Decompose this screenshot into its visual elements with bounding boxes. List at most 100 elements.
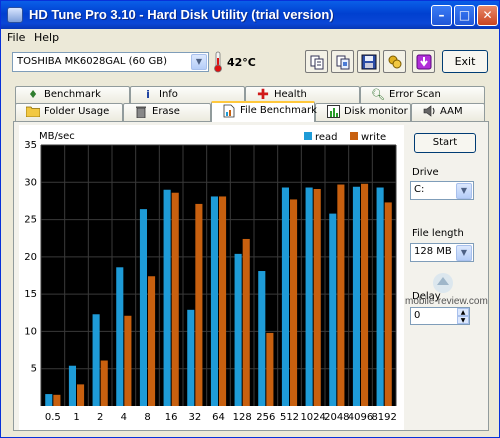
tab-label: Disk monitor (344, 106, 408, 117)
speaker-icon (422, 105, 436, 119)
file-length-combo[interactable]: 128 MB ▼ (410, 243, 474, 262)
tab-folder-usage[interactable]: Folder Usage (15, 103, 123, 121)
minimize-button[interactable]: – (431, 5, 452, 26)
bar-write (337, 184, 345, 406)
tab-label: Info (159, 89, 178, 100)
file-benchmark-icon (222, 104, 236, 118)
y-tick-label: 20 (24, 252, 37, 263)
spinner-down-icon[interactable]: ▼ (457, 316, 469, 324)
spinner-up-icon[interactable]: ▲ (457, 308, 469, 316)
x-tick-label: 16 (165, 412, 178, 423)
exit-button[interactable]: Exit (442, 50, 488, 73)
tab-label: Benchmark (44, 89, 101, 100)
tab-disk-monitor[interactable]: Disk monitor (315, 103, 411, 121)
copy-info-icon (336, 55, 349, 70)
tab-label: Error Scan (389, 89, 441, 100)
health-cross-icon: ✚ (257, 87, 269, 103)
x-tick-label: 256 (256, 412, 275, 423)
spinner-buttons[interactable]: ▲ ▼ (457, 308, 469, 324)
download-icon (416, 54, 431, 70)
bar-read (187, 309, 195, 406)
bar-read (163, 189, 171, 406)
legend-label-write: write (361, 132, 386, 143)
delay-spinner[interactable]: 0 ▲ ▼ (410, 307, 470, 325)
y-axis-label: MB/sec (39, 131, 75, 142)
drive-dropdown[interactable]: TOSHIBA MK6028GAL (60 GB) ▼ (12, 52, 209, 72)
title-bar[interactable]: HD Tune Pro 3.10 - Hard Disk Utility (tr… (1, 1, 499, 29)
bar-write (219, 196, 227, 406)
drive-dropdown-value: TOSHIBA MK6028GAL (60 GB) (17, 56, 167, 67)
y-tick-label: 5 (31, 364, 37, 375)
bar-read (305, 187, 313, 406)
bar-write (171, 192, 179, 406)
bar-read (234, 253, 242, 406)
bar-write (77, 384, 85, 406)
close-button[interactable]: ✕ (477, 5, 498, 26)
tab-label: Health (274, 89, 307, 100)
tab-label: AAM (440, 106, 463, 117)
watermark-text: mobile-review.com (405, 296, 488, 307)
x-tick-label: 4096 (348, 412, 373, 423)
bar-write (100, 360, 108, 406)
copy-text-icon (310, 55, 323, 70)
tab-error-scan[interactable]: 🔍︎ Error Scan (360, 86, 485, 104)
x-tick-label: 4 (121, 412, 127, 423)
magnifier-icon: 🔍︎ (371, 88, 385, 101)
tab-benchmark[interactable]: ♦ Benchmark (15, 86, 130, 104)
drive-combo[interactable]: C: ▼ (410, 181, 474, 200)
bar-write (313, 188, 321, 406)
tab-aam[interactable]: AAM (411, 103, 485, 121)
bar-read (376, 187, 384, 406)
disk-monitor-icon (326, 105, 340, 119)
window-title: HD Tune Pro 3.10 - Hard Disk Utility (tr… (29, 7, 334, 22)
bar-write (53, 394, 61, 406)
bar-read (68, 365, 76, 406)
tab-label: Folder Usage (44, 106, 110, 117)
menu-file[interactable]: File (7, 31, 25, 44)
menu-help[interactable]: Help (34, 31, 59, 44)
save-button[interactable] (357, 50, 380, 73)
bar-read (258, 271, 266, 406)
chevron-down-icon[interactable]: ▼ (456, 245, 472, 261)
folder-icon (25, 105, 41, 119)
chevron-down-icon[interactable]: ▼ (191, 54, 207, 70)
y-tick-label: 25 (24, 215, 37, 226)
legend-label-read: read (315, 132, 338, 143)
bar-write (195, 203, 203, 406)
bar-write (361, 183, 369, 406)
x-tick-label: 8 (144, 412, 150, 423)
download-button[interactable] (412, 50, 435, 73)
options-button[interactable] (383, 50, 406, 73)
benchmark-icon: ♦ (28, 88, 38, 101)
start-button[interactable]: Start (414, 133, 476, 153)
bar-read (281, 187, 289, 406)
copy-info-button[interactable] (331, 50, 354, 73)
copy-text-button[interactable] (305, 50, 328, 73)
tab-file-benchmark[interactable]: File Benchmark (211, 101, 317, 122)
maximize-button[interactable]: □ (454, 5, 475, 26)
benchmark-chart-area: 5 10 15 20 25 30 35 MB/sec 0.5 1 2 4 8 16 32 64 128 256 51… (19, 125, 404, 430)
y-tick-label: 30 (24, 177, 37, 188)
chevron-down-icon[interactable]: ▼ (456, 183, 472, 199)
bar-write (242, 238, 250, 406)
app-icon (7, 7, 23, 23)
x-tick-label: 64 (212, 412, 225, 423)
bar-read (139, 209, 147, 406)
trash-icon (134, 105, 148, 119)
tab-erase[interactable]: Erase (123, 103, 211, 121)
x-tick-label: 2048 (324, 412, 349, 423)
legend-swatch-read (304, 132, 312, 140)
y-tick-label: 15 (24, 289, 37, 300)
bar-read (329, 213, 337, 406)
bar-read (92, 314, 100, 406)
bar-write (124, 315, 132, 406)
x-tick-label: 128 (233, 412, 252, 423)
x-tick-label: 2 (97, 412, 103, 423)
delay-value: 0 (414, 310, 421, 321)
bar-read (116, 267, 124, 406)
save-icon (361, 54, 376, 70)
y-tick-label: 10 (24, 326, 37, 337)
x-tick-label: 8192 (371, 412, 396, 423)
info-icon: i (146, 88, 150, 101)
x-tick-label: 1024 (300, 412, 325, 423)
